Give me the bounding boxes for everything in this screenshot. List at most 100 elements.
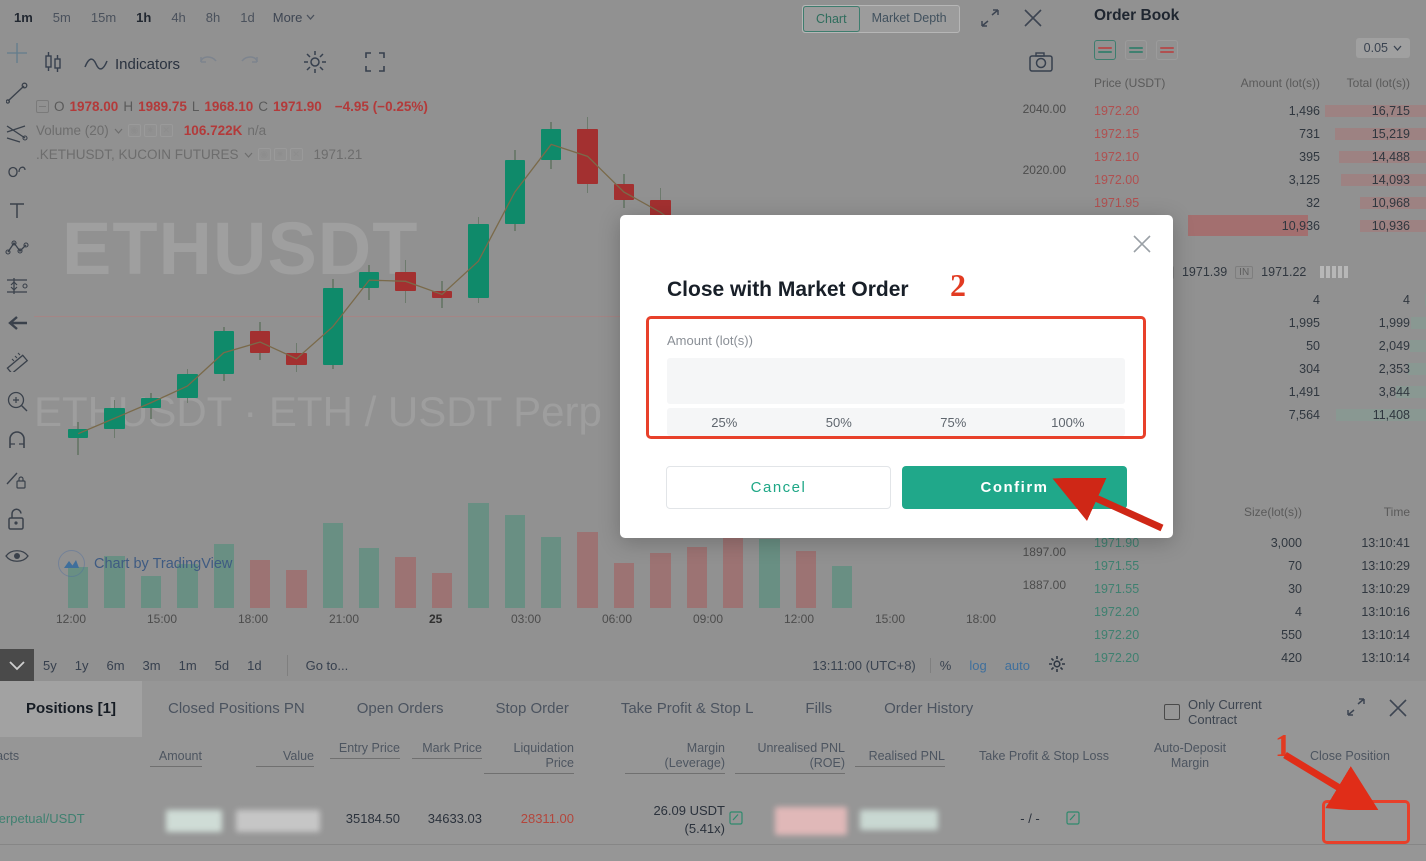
visibility-eye-icon[interactable] bbox=[5, 548, 29, 569]
ask-amount: 32 bbox=[1306, 195, 1320, 210]
cancel-button[interactable]: Cancel bbox=[666, 466, 891, 509]
trade-time: 13:10:14 bbox=[1361, 650, 1410, 665]
chart-expand-icon[interactable] bbox=[978, 6, 1002, 35]
order-book-ask-row[interactable]: 1971.95 32 10,968 bbox=[1080, 191, 1426, 214]
arrow-cursor-icon[interactable] bbox=[5, 314, 29, 337]
timeframe-1h[interactable]: 1h bbox=[126, 6, 161, 29]
tab-chart[interactable]: Chart bbox=[803, 6, 860, 32]
crosshair-icon[interactable] bbox=[6, 42, 28, 69]
percent-100-button[interactable]: 100% bbox=[1011, 415, 1126, 430]
goto-button[interactable]: Go to... bbox=[286, 654, 357, 676]
chart-close-icon[interactable] bbox=[1020, 5, 1046, 36]
confirm-button[interactable]: Confirm bbox=[902, 466, 1127, 509]
tab-open-orders[interactable]: Open Orders bbox=[331, 681, 470, 737]
volume-bar bbox=[686, 546, 707, 608]
screenshot-camera-icon[interactable] bbox=[1028, 50, 1054, 79]
ask-price: 1972.10 bbox=[1094, 149, 1140, 164]
fullscreen-icon[interactable] bbox=[362, 49, 388, 80]
ask-amount: 3,125 bbox=[1288, 172, 1320, 187]
tab-market-depth[interactable]: Market Depth bbox=[860, 6, 959, 32]
amount-label: Amount (lot(s)) bbox=[667, 333, 753, 348]
timeframe-4h[interactable]: 4h bbox=[161, 6, 195, 29]
range-1m[interactable]: 1m bbox=[170, 655, 206, 676]
orderbook-both-icon[interactable] bbox=[1094, 40, 1116, 60]
timeframe-more-button[interactable]: More bbox=[265, 6, 324, 29]
col-trade-time: Time bbox=[1383, 505, 1410, 519]
modal-close-icon[interactable] bbox=[1131, 233, 1153, 260]
range-1d[interactable]: 1d bbox=[238, 655, 270, 676]
orderbook-asks-icon[interactable] bbox=[1156, 40, 1178, 60]
scale-percent-button[interactable]: % bbox=[931, 655, 961, 676]
timeframe-8h[interactable]: 8h bbox=[196, 6, 230, 29]
table-row[interactable]: Perpetual/USDT 35184.50 34633.03 28311.0… bbox=[0, 795, 1426, 845]
positions-close-icon[interactable] bbox=[1385, 695, 1411, 726]
th-realised-pnl: Realised PNL bbox=[855, 749, 945, 767]
scale-log-button[interactable]: log bbox=[960, 655, 995, 676]
positions-expand-icon[interactable] bbox=[1344, 695, 1368, 724]
timeframe-5m[interactable]: 5m bbox=[43, 6, 81, 29]
only-current-contract-checkbox[interactable]: Only Current Contract bbox=[1164, 697, 1268, 727]
time-axis[interactable]: 12:00 15:00 18:00 21:00 25 03:00 06:00 0… bbox=[34, 612, 996, 638]
volume-bar bbox=[249, 559, 271, 608]
order-book-ask-row[interactable]: 1972.20 1,496 16,715 bbox=[1080, 99, 1426, 122]
candle-body bbox=[468, 224, 489, 298]
text-tool-icon[interactable] bbox=[7, 200, 27, 225]
edit-tpsl-icon[interactable] bbox=[1066, 811, 1081, 830]
orderbook-bids-icon[interactable] bbox=[1125, 40, 1147, 60]
range-1y[interactable]: 1y bbox=[66, 655, 98, 676]
order-book-title: Order Book bbox=[1094, 7, 1180, 24]
range-5d[interactable]: 5d bbox=[206, 655, 238, 676]
ask-price: 1971.95 bbox=[1094, 195, 1140, 210]
trading-app: 1m 5m 15m 1h 4h 8h 1d More Chart Market … bbox=[0, 0, 1426, 861]
checkbox-icon bbox=[1164, 704, 1180, 720]
candle-style-icon[interactable] bbox=[40, 49, 66, 80]
indicators-button[interactable]: Indicators bbox=[84, 56, 180, 73]
undo-icon[interactable] bbox=[198, 53, 220, 76]
trade-time: 13:10:29 bbox=[1361, 558, 1410, 573]
fib-fork-icon[interactable] bbox=[6, 122, 28, 149]
tab-order-history[interactable]: Order History bbox=[858, 681, 999, 737]
forecast-tool-icon[interactable] bbox=[5, 276, 29, 301]
percent-25-button[interactable]: 25% bbox=[667, 415, 782, 430]
amount-input[interactable] bbox=[667, 358, 1125, 404]
range-5y[interactable]: 5y bbox=[34, 655, 66, 676]
trade-time: 13:10:41 bbox=[1361, 535, 1410, 550]
percent-75-button[interactable]: 75% bbox=[896, 415, 1011, 430]
range-3m[interactable]: 3m bbox=[134, 655, 170, 676]
order-book-ask-row[interactable]: 1972.10 395 14,488 bbox=[1080, 145, 1426, 168]
tab-positions[interactable]: Positions [1] bbox=[0, 681, 143, 737]
order-book-ask-row[interactable]: 1972.15 731 15,219 bbox=[1080, 122, 1426, 145]
pattern-tool-icon[interactable] bbox=[5, 238, 29, 263]
scale-auto-button[interactable]: auto bbox=[996, 655, 1039, 676]
redo-icon[interactable] bbox=[238, 53, 260, 76]
drawing-lock-icon[interactable] bbox=[5, 468, 29, 495]
tab-closed-positions[interactable]: Closed Positions PN bbox=[142, 681, 331, 737]
trade-price: 1972.20 bbox=[1094, 604, 1140, 619]
tab-stop-order[interactable]: Stop Order bbox=[469, 681, 594, 737]
magnet-icon[interactable] bbox=[6, 430, 28, 455]
trend-line-icon[interactable] bbox=[5, 82, 28, 109]
tick-size-selector[interactable]: 0.05 bbox=[1355, 38, 1410, 58]
th-unrealised-pnl: Unrealised PNL (ROE) bbox=[735, 741, 845, 774]
tab-take-profit-stop-loss[interactable]: Take Profit & Stop L bbox=[595, 681, 780, 737]
annotation-step-2: 2 bbox=[950, 267, 966, 303]
range-6m[interactable]: 6m bbox=[97, 655, 133, 676]
zoom-in-icon[interactable] bbox=[6, 390, 28, 417]
order-book-ask-row[interactable]: 1972.00 3,125 14,093 bbox=[1080, 168, 1426, 191]
chart-settings-gear-icon[interactable] bbox=[1039, 652, 1080, 679]
tradingview-branding[interactable]: Chart by TradingView bbox=[58, 550, 232, 577]
toolbar-collapse-button[interactable] bbox=[0, 649, 34, 681]
unlock-icon[interactable] bbox=[7, 508, 27, 535]
timeframe-1d[interactable]: 1d bbox=[230, 6, 264, 29]
timeframe-15m[interactable]: 15m bbox=[81, 6, 126, 29]
cell-mark-price: 34633.03 bbox=[427, 811, 482, 826]
measure-ruler-icon[interactable] bbox=[5, 350, 29, 377]
timeframe-1m[interactable]: 1m bbox=[4, 6, 43, 29]
edit-margin-icon[interactable] bbox=[729, 811, 744, 830]
tab-fills[interactable]: Fills bbox=[779, 681, 858, 737]
candle-body bbox=[577, 128, 598, 184]
settings-gear-icon[interactable] bbox=[302, 49, 328, 80]
curve-pattern-icon[interactable] bbox=[6, 162, 28, 187]
depth-bar bbox=[1410, 339, 1426, 352]
percent-50-button[interactable]: 50% bbox=[782, 415, 897, 430]
